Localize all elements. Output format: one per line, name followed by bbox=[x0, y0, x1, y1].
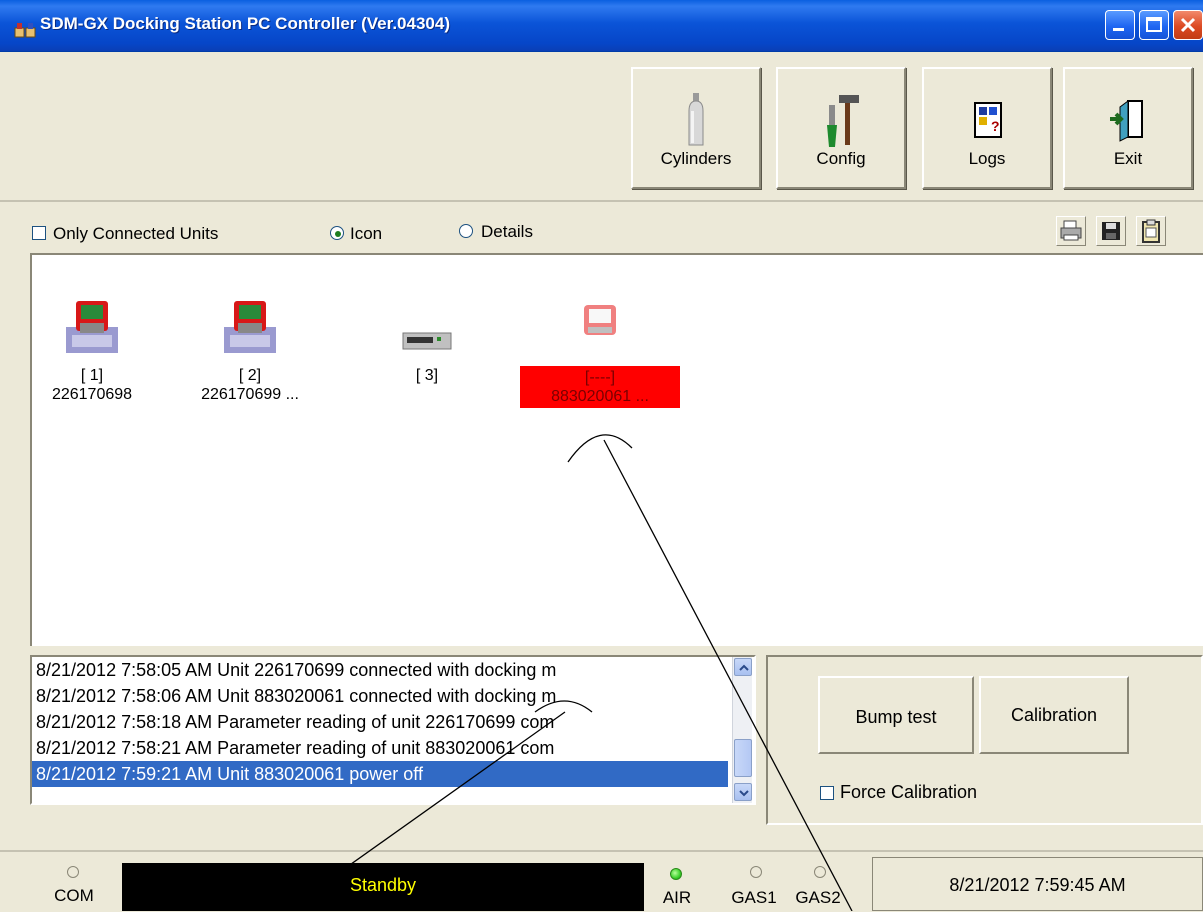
cylinders-label: Cylinders bbox=[660, 149, 732, 168]
unit-4-slot: [----] bbox=[584, 369, 616, 386]
status-message: Standby bbox=[122, 863, 644, 911]
log-entry[interactable]: 8/21/2012 7:58:18 AM Parameter reading o… bbox=[32, 709, 728, 735]
tools-icon bbox=[827, 95, 859, 147]
air-indicator-icon bbox=[670, 868, 682, 880]
gas2-label: GAS2 bbox=[795, 888, 841, 907]
logs-button[interactable]: ? Logs bbox=[922, 67, 1052, 189]
maximize-button[interactable] bbox=[1139, 10, 1169, 40]
empty-dock-icon bbox=[402, 332, 452, 350]
unit-tile-3[interactable]: [ 3] bbox=[387, 297, 467, 385]
svg-text:?: ? bbox=[991, 118, 1000, 134]
log-entry[interactable]: 8/21/2012 7:58:21 AM Parameter reading o… bbox=[32, 735, 728, 761]
scroll-down-button[interactable] bbox=[734, 783, 752, 801]
maximize-icon bbox=[1146, 17, 1162, 32]
log-entry-selected[interactable]: 8/21/2012 7:59:21 AM Unit 883020061 powe… bbox=[32, 761, 728, 787]
save-icon bbox=[1102, 222, 1120, 240]
log-entry[interactable]: 8/21/2012 7:58:06 AM Unit 883020061 conn… bbox=[32, 683, 728, 709]
view-details-radio[interactable] bbox=[459, 224, 473, 238]
view-icon-label[interactable]: Icon bbox=[350, 224, 382, 244]
log-entry[interactable]: 8/21/2012 7:58:05 AM Unit 226170699 conn… bbox=[32, 657, 728, 683]
view-details-label[interactable]: Details bbox=[481, 222, 533, 242]
cylinder-icon bbox=[688, 93, 704, 146]
view-icon-radio[interactable] bbox=[330, 226, 344, 240]
event-log-list[interactable]: 8/21/2012 7:58:05 AM Unit 226170699 conn… bbox=[30, 655, 756, 805]
unit-tile-4[interactable]: [----] 883020061 ... bbox=[520, 297, 680, 408]
app-icon bbox=[14, 23, 36, 38]
title-bar[interactable]: SDM-GX Docking Station PC Controller (Ve… bbox=[0, 0, 1203, 52]
exit-label: Exit bbox=[1113, 149, 1143, 168]
scroll-thumb[interactable] bbox=[734, 739, 752, 777]
only-connected-label[interactable]: Only Connected Units bbox=[53, 224, 218, 244]
only-connected-checkbox[interactable] bbox=[32, 226, 46, 240]
unit-tile-2[interactable]: [ 2] 226170699 ... bbox=[200, 297, 300, 404]
unit-1-serial: 226170698 bbox=[51, 386, 133, 403]
clipboard-icon bbox=[1142, 219, 1160, 243]
unit-icon-view[interactable]: [ 1] 226170698 [ 2] 226170699 ... [ 3] [--… bbox=[30, 253, 1203, 646]
chevron-down-icon bbox=[739, 790, 749, 797]
force-calibration-checkbox[interactable] bbox=[820, 786, 834, 800]
com-label: COM bbox=[54, 886, 94, 905]
calibration-button[interactable]: Calibration bbox=[979, 676, 1129, 754]
print-button[interactable] bbox=[1056, 216, 1086, 246]
log-scrollbar[interactable] bbox=[732, 657, 752, 803]
exit-door-icon bbox=[1110, 100, 1143, 142]
close-button[interactable] bbox=[1173, 10, 1203, 40]
unit-3-slot: [ 3] bbox=[415, 367, 439, 384]
logbook-icon: ? bbox=[974, 102, 1002, 138]
disconnected-instrument-icon bbox=[584, 305, 616, 335]
docked-instrument-icon bbox=[224, 301, 276, 353]
docked-instrument-icon bbox=[66, 301, 118, 353]
com-indicator-icon bbox=[67, 866, 79, 878]
cylinders-button[interactable]: Cylinders bbox=[631, 67, 761, 189]
minimize-button[interactable] bbox=[1105, 10, 1135, 40]
config-label: Config bbox=[816, 149, 866, 168]
unit-tile-1[interactable]: [ 1] 226170698 bbox=[42, 297, 142, 404]
gas1-indicator-icon bbox=[750, 866, 762, 878]
scroll-up-button[interactable] bbox=[734, 658, 752, 676]
close-icon bbox=[1180, 17, 1196, 33]
print-icon bbox=[1060, 220, 1082, 241]
window-title: SDM-GX Docking Station PC Controller (Ve… bbox=[40, 14, 450, 33]
current-datetime: 8/21/2012 7:59:45 AM bbox=[872, 857, 1203, 911]
logs-label: Logs bbox=[968, 149, 1006, 168]
unit-1-slot: [ 1] bbox=[80, 367, 104, 384]
unit-2-slot: [ 2] bbox=[238, 367, 262, 384]
force-calibration-label[interactable]: Force Calibration bbox=[840, 782, 977, 803]
unit-2-serial: 226170699 ... bbox=[201, 386, 299, 403]
unit-4-serial: 883020061 ... bbox=[551, 388, 649, 405]
gas1-label: GAS1 bbox=[731, 888, 777, 907]
gas2-indicator-icon bbox=[814, 866, 826, 878]
save-button[interactable] bbox=[1096, 216, 1126, 246]
toolbar: Cylinders Config ? Logs Exit bbox=[0, 52, 1203, 202]
config-button[interactable]: Config bbox=[776, 67, 906, 189]
exit-button[interactable]: Exit bbox=[1063, 67, 1193, 189]
chevron-up-icon bbox=[739, 664, 749, 671]
clipboard-button[interactable] bbox=[1136, 216, 1166, 246]
air-label: AIR bbox=[662, 888, 692, 907]
minimize-icon bbox=[1113, 28, 1124, 31]
bump-test-button[interactable]: Bump test bbox=[818, 676, 974, 754]
